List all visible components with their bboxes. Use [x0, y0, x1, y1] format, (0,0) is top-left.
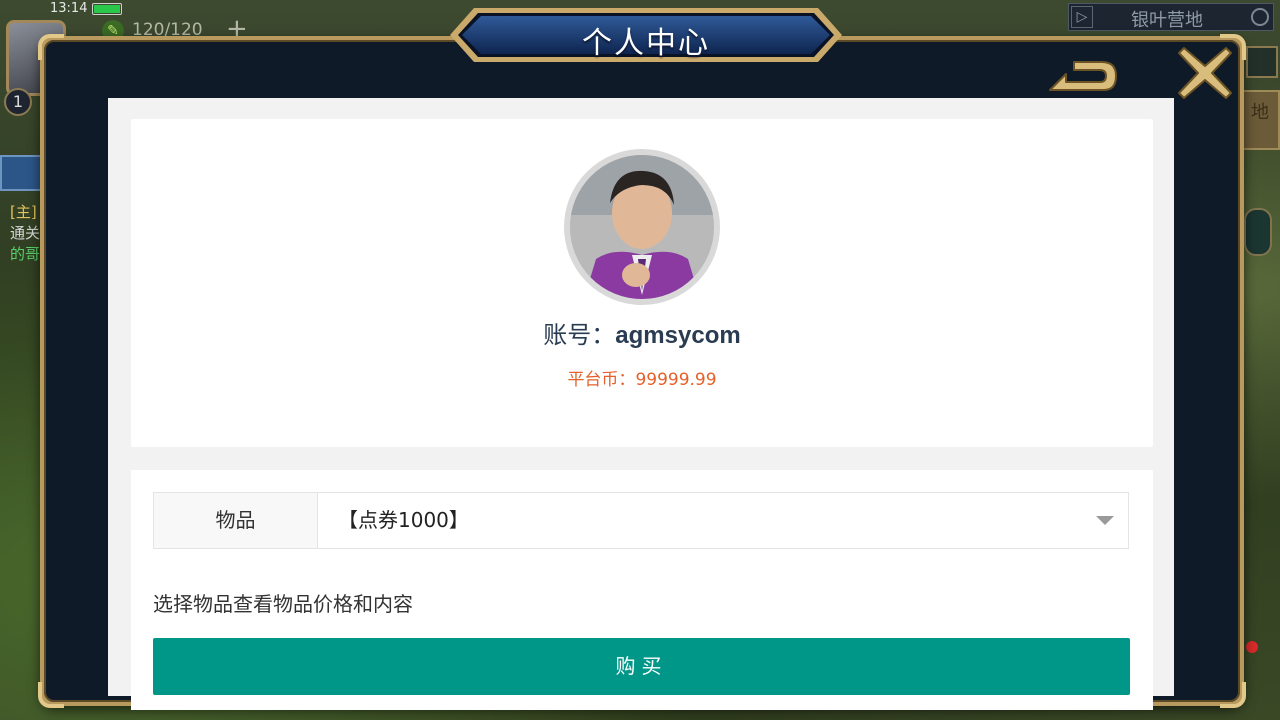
buy-button[interactable]: 购买	[153, 638, 1130, 695]
user-photo	[570, 155, 714, 299]
item-select[interactable]: 【点券1000】	[318, 493, 1128, 548]
close-button[interactable]	[1176, 44, 1234, 102]
frame-corner	[1220, 682, 1246, 708]
player-level-badge: 1	[4, 88, 32, 116]
dialog-title: 个人中心	[582, 26, 710, 61]
platform-coin-line: 平台币：99999.99	[131, 365, 1153, 390]
map-tool-icon[interactable]	[1246, 46, 1278, 78]
account-line: 账号：agmsycom	[131, 315, 1153, 350]
dialog-content: 账号：agmsycom 平台币：99999.99 物品 【点券1000】 选择物…	[108, 98, 1174, 710]
item-selector-row: 物品 【点券1000】	[153, 492, 1129, 549]
profile-card: 账号：agmsycom 平台币：99999.99	[131, 119, 1153, 447]
item-label: 物品	[154, 493, 318, 548]
map-panel[interactable]: 地	[1240, 90, 1280, 150]
frame-corner	[38, 34, 64, 60]
quest-line: 的哥	[10, 245, 41, 263]
shop-card: 物品 【点券1000】 选择物品查看物品价格和内容 购买	[131, 470, 1153, 710]
chevron-down-icon	[1096, 516, 1114, 525]
location-name: 银叶营地	[1131, 10, 1203, 31]
location-bar: ▷ 银叶营地	[1068, 3, 1274, 31]
quest-tab[interactable]	[0, 155, 42, 191]
item-hint: 选择物品查看物品价格和内容	[153, 592, 413, 616]
coin-value: 99999.99	[635, 370, 717, 390]
back-button[interactable]	[1044, 52, 1120, 100]
close-icon	[1178, 47, 1232, 99]
clock-time: 13:14	[50, 1, 88, 16]
account-value: agmsycom	[615, 322, 741, 349]
selected-item: 【点券1000】	[338, 508, 469, 532]
coin-label: 平台币：	[567, 370, 636, 390]
side-expand-icon[interactable]	[1244, 208, 1272, 256]
frame-corner	[38, 682, 64, 708]
quest-line: 通关	[10, 224, 41, 242]
avatar	[564, 149, 720, 305]
quest-line: [主]	[10, 203, 37, 221]
title-banner: 个人中心	[450, 6, 842, 64]
notification-dot	[1246, 641, 1258, 653]
search-icon[interactable]	[1251, 8, 1269, 26]
account-label: 账号：	[543, 321, 616, 349]
battery-icon	[92, 3, 122, 15]
quest-tracker[interactable]: [主] 通关 的哥	[10, 202, 42, 265]
expand-arrow-icon[interactable]: ▷	[1071, 6, 1093, 28]
back-arrow-icon	[1049, 61, 1117, 91]
